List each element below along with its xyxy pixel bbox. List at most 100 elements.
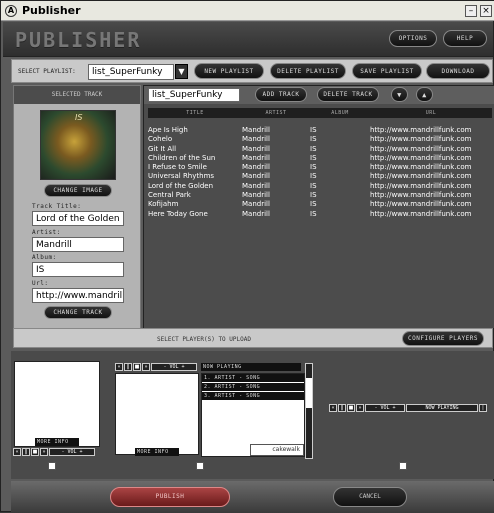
cell-artist: Mandrill <box>242 126 270 134</box>
playlist-name-field[interactable]: list_SuperFunky <box>148 88 240 102</box>
selected-track-panel: SELECTED TRACK IS CHANGE IMAGE Track Tit… <box>13 85 141 329</box>
volume-control[interactable]: - VOL + <box>365 404 405 412</box>
player1-screen[interactable] <box>14 361 100 447</box>
table-row[interactable]: Lord of the Golden Mandrill IS http://www.m… <box>148 182 492 191</box>
player2-list-item[interactable]: 3. ARTIST - SONG <box>202 392 304 400</box>
table-row[interactable]: Ape Is High Mandrill IS http://www.mandrill… <box>148 126 492 135</box>
change-image-button[interactable]: CHANGE IMAGE <box>44 184 112 197</box>
add-track-button[interactable]: ADD TRACK <box>255 87 307 102</box>
minimize-button[interactable]: – <box>465 5 477 17</box>
pause-icon[interactable]: ‖ <box>338 404 346 412</box>
rewind-icon[interactable]: « <box>115 363 123 371</box>
player2-more-info-button[interactable]: MORE INFO <box>135 448 179 456</box>
artist-field[interactable]: Mandrill <box>32 237 124 252</box>
save-playlist-button[interactable]: SAVE PLAYLIST <box>352 63 422 79</box>
download-button[interactable]: DOWNLOAD <box>426 63 490 79</box>
track-table-body: Ape Is High Mandrill IS http://www.mandrill… <box>148 126 492 219</box>
help-button[interactable]: HELP <box>443 30 487 47</box>
track-title-field[interactable]: Lord of the Golden <box>32 211 124 226</box>
player2-list-item[interactable]: 2. ARTIST - SONG <box>202 383 304 391</box>
player2-list-item[interactable]: 1. ARTIST - SONG <box>202 374 304 382</box>
publisher-window: A Publisher – × PUBLISHER OPTIONS HELP S… <box>0 0 494 513</box>
column-artist[interactable]: ARTIST <box>242 108 310 118</box>
now-playing-display: NOW PLAYING <box>406 404 478 412</box>
cell-title: Central Park <box>148 191 191 200</box>
player1-controls: «‖ ■» - VOL + <box>13 448 95 456</box>
stop-icon[interactable]: ■ <box>31 448 39 456</box>
title-bar: A Publisher – × <box>1 1 494 21</box>
cell-title: Here Today Gone <box>148 209 208 218</box>
move-up-icon[interactable]: ▲ <box>416 87 433 102</box>
delete-track-button[interactable]: DELETE TRACK <box>317 87 379 102</box>
cell-album: IS <box>310 191 317 200</box>
player2-checkbox[interactable] <box>196 462 204 470</box>
cell-artist: Mandrill <box>242 181 270 190</box>
table-row[interactable]: I Refuse to Smile Mandrill IS http://www.ma… <box>148 163 492 172</box>
playlist-dropdown-chevron-icon[interactable]: ▼ <box>175 64 188 79</box>
cell-url: http://www.mandrillfunk.com <box>370 144 472 153</box>
volume-control[interactable]: - VOL + <box>49 448 95 456</box>
table-row[interactable]: Kofijahm Mandrill IS http://www.mandrillfun… <box>148 200 492 209</box>
volume-control[interactable]: - VOL + <box>151 363 197 371</box>
cell-title: Children of the Sun <box>148 153 216 162</box>
column-album[interactable]: ALBUM <box>310 108 370 118</box>
player1-checkbox[interactable] <box>48 462 56 470</box>
player2-screen[interactable] <box>115 373 199 455</box>
table-row[interactable]: Central Park Mandrill IS http://www.mandril… <box>148 191 492 200</box>
scrollbar-thumb[interactable] <box>306 378 312 408</box>
pause-icon[interactable]: ‖ <box>124 363 132 371</box>
select-playlist-label: SELECT PLAYLIST: <box>18 68 76 75</box>
stop-icon[interactable]: ■ <box>133 363 141 371</box>
player3-controls: «‖ ■» - VOL + NOW PLAYING | <box>329 404 487 412</box>
url-field[interactable]: http://www.mandrill.com <box>32 288 124 303</box>
cell-url: http://www.mandrillfunk.com <box>370 163 472 172</box>
table-row[interactable]: Children of the Sun Mandrill IS http://www.… <box>148 154 492 163</box>
cell-album: IS <box>310 153 317 162</box>
cell-title: Universal Rhythms <box>148 172 215 181</box>
table-row[interactable]: Git It All Mandrill IS http://www.mandrillf… <box>148 145 492 154</box>
album-field[interactable]: IS <box>32 262 124 277</box>
publish-button[interactable]: PUBLISH <box>110 487 230 507</box>
move-down-icon[interactable]: ▼ <box>391 87 408 102</box>
new-playlist-button[interactable]: NEW PLAYLIST <box>194 63 264 79</box>
fast-forward-icon[interactable]: » <box>356 404 364 412</box>
cell-album: IS <box>310 172 317 181</box>
cell-title: Ape Is High <box>148 126 188 134</box>
delete-playlist-button[interactable]: DELETE PLAYLIST <box>270 63 346 79</box>
cell-title: Kofijahm <box>148 200 179 209</box>
select-players-label: SELECT PLAYER(S) TO UPLOAD <box>157 336 251 343</box>
cell-url: http://www.mandrillfunk.com <box>370 191 472 200</box>
player2-controls: «‖ ■» - VOL + <box>115 363 197 371</box>
album-art: IS <box>40 110 116 180</box>
pause-icon[interactable]: ‖ <box>22 448 30 456</box>
column-url[interactable]: URL <box>370 108 492 118</box>
player2-scrollbar[interactable] <box>305 363 313 459</box>
player1-more-info-button[interactable]: MORE INFO <box>35 438 79 446</box>
url-label: Url: <box>32 280 49 287</box>
cell-artist: Mandrill <box>242 144 270 153</box>
player2-now-playing: NOW PLAYING <box>201 363 301 371</box>
cancel-button[interactable]: CANCEL <box>333 487 407 507</box>
cell-artist: Mandrill <box>242 163 270 172</box>
next-icon[interactable]: | <box>479 404 487 412</box>
player2-playlist[interactable]: 1. ARTIST - SONG 2. ARTIST - SONG 3. ART… <box>201 373 305 457</box>
options-button[interactable]: OPTIONS <box>389 30 437 47</box>
table-row[interactable]: Cohelo Mandrill IS http://www.mandrillfunk.… <box>148 135 492 144</box>
cell-artist: Mandrill <box>242 135 270 144</box>
player3-checkbox[interactable] <box>399 462 407 470</box>
close-button[interactable]: × <box>480 5 492 17</box>
playlist-select[interactable]: list_SuperFunky <box>88 64 174 80</box>
column-title[interactable]: TITLE <box>148 108 242 118</box>
fast-forward-icon[interactable]: » <box>40 448 48 456</box>
table-row[interactable]: Universal Rhythms Mandrill IS http://www.ma… <box>148 172 492 181</box>
rewind-icon[interactable]: « <box>329 404 337 412</box>
fast-forward-icon[interactable]: » <box>142 363 150 371</box>
rewind-icon[interactable]: « <box>13 448 21 456</box>
cell-album: IS <box>310 135 317 144</box>
stop-icon[interactable]: ■ <box>347 404 355 412</box>
configure-players-button[interactable]: CONFIGURE PLAYERS <box>402 331 484 346</box>
cell-url: http://www.mandrillfunk.com <box>370 135 472 144</box>
cell-title: I Refuse to Smile <box>148 163 207 172</box>
change-track-button[interactable]: CHANGE TRACK <box>44 306 112 319</box>
table-row[interactable]: Here Today Gone Mandrill IS http://www.mand… <box>148 210 492 219</box>
